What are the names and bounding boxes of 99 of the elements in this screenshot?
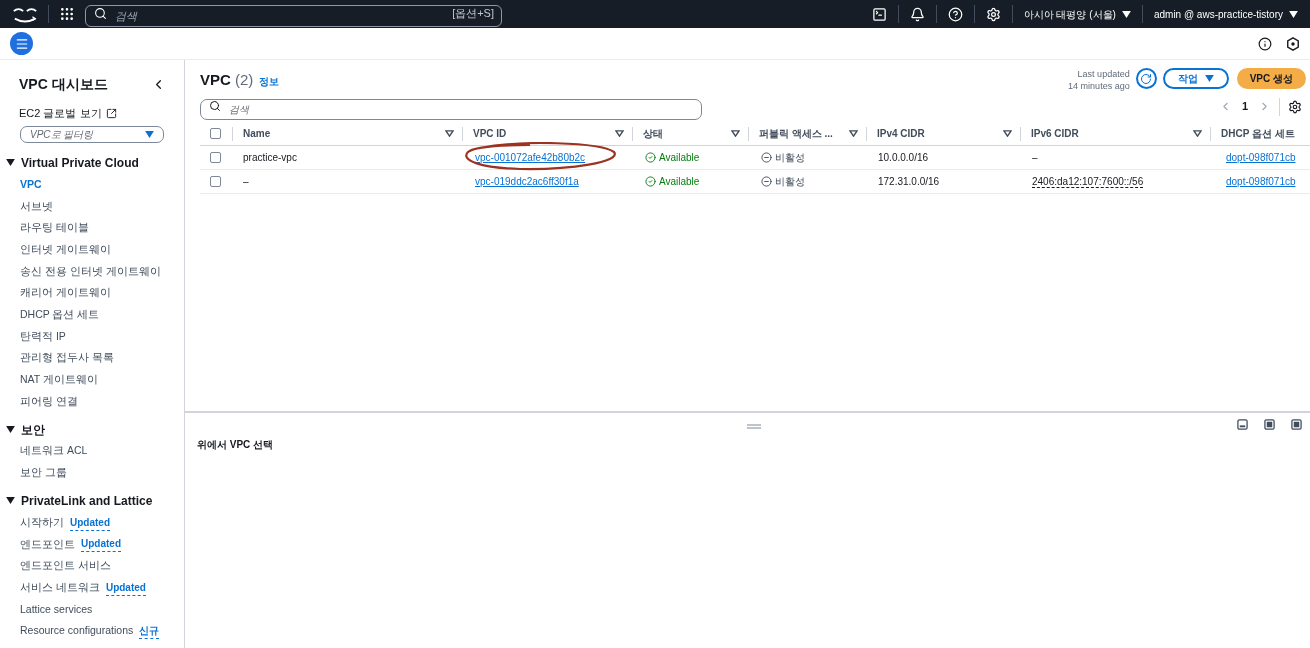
vpc-id-link[interactable]: vpc-019ddc2ac6ff30f1a bbox=[475, 176, 579, 187]
sidebar-item[interactable]: 서브넷 bbox=[20, 198, 53, 215]
column-header[interactable]: VPC ID bbox=[473, 126, 615, 141]
info-icon[interactable] bbox=[1258, 36, 1272, 51]
help-icon[interactable] bbox=[947, 6, 963, 22]
status-text: Available bbox=[659, 151, 700, 165]
actions-button[interactable]: 작업 bbox=[1162, 68, 1229, 89]
refresh-button[interactable] bbox=[1135, 68, 1157, 89]
section-heading[interactable]: 보안 bbox=[21, 420, 45, 439]
sidebar-item[interactable]: Lattice services bbox=[20, 601, 93, 618]
sidebar-item[interactable]: VPC bbox=[20, 176, 42, 193]
menu-button[interactable] bbox=[10, 32, 33, 55]
status-text: Available bbox=[659, 175, 700, 189]
sidebar-item[interactable]: 탄력적 IP bbox=[20, 328, 66, 345]
sidebar-item[interactable]: DHCP 옵션 세트 bbox=[20, 307, 100, 323]
sidebar-item[interactable]: 라우팅 테이블 bbox=[20, 220, 89, 237]
sort-icon[interactable] bbox=[731, 130, 740, 137]
sidebar-item[interactable]: 서비스 네트워크 bbox=[20, 579, 100, 596]
table-settings-icon[interactable] bbox=[1288, 99, 1302, 114]
create-vpc-button[interactable]: VPC 생성 bbox=[1236, 68, 1306, 89]
search-icon bbox=[209, 100, 221, 112]
available-icon bbox=[645, 176, 656, 187]
detail-pane-message: 위에서 VPC 선택 bbox=[197, 439, 274, 450]
section-heading[interactable]: Virtual Private Cloud bbox=[21, 153, 139, 172]
sidebar-item[interactable]: 인터넷 게이트웨이 bbox=[20, 241, 111, 258]
column-header[interactable]: DHCP 옵션 세트 bbox=[1221, 126, 1302, 141]
last-updated-label: Last updated bbox=[1077, 68, 1130, 80]
column-header[interactable]: 퍼블릭 액세스 ... bbox=[759, 126, 849, 141]
sidebar-item[interactable]: 보안 그룹 bbox=[20, 465, 67, 481]
table-cell: 172.31.0.0/16 bbox=[878, 176, 940, 187]
sidebar-item[interactable]: 캐리어 게이트웨이 bbox=[20, 285, 111, 302]
sidebar-item[interactable]: 송신 전용 인터넷 게이트웨이 bbox=[20, 263, 161, 280]
dropdown-caret-icon bbox=[145, 130, 154, 138]
hexagon-icon[interactable] bbox=[1286, 36, 1300, 51]
section-heading[interactable]: PrivateLink and Lattice bbox=[21, 491, 153, 510]
sort-icon[interactable] bbox=[1193, 130, 1202, 137]
filter-dropdown[interactable]: VPC로 필터링 bbox=[20, 125, 164, 143]
updated-tag[interactable]: Updated bbox=[70, 514, 110, 531]
column-header[interactable]: 상태 bbox=[643, 126, 731, 141]
sidebar-item[interactable]: 시작하기 bbox=[20, 514, 64, 531]
inactive-icon bbox=[761, 152, 772, 163]
shortcut-hint: [옵션+S] bbox=[452, 7, 494, 20]
search-icon bbox=[94, 7, 107, 20]
row-checkbox[interactable] bbox=[210, 176, 221, 187]
sidebar-item[interactable]: NAT 게이트웨이 bbox=[20, 372, 98, 388]
apps-grid-icon[interactable] bbox=[59, 6, 75, 22]
caret-icon bbox=[1121, 10, 1131, 18]
sort-icon[interactable] bbox=[615, 130, 624, 137]
column-header[interactable]: Name bbox=[243, 126, 445, 141]
caret-icon bbox=[1289, 10, 1298, 18]
table-search-field[interactable]: 검색 bbox=[200, 99, 702, 120]
updated-tag[interactable]: Updated bbox=[81, 536, 121, 553]
menu-icon bbox=[14, 36, 29, 51]
page-number[interactable]: 1 bbox=[1241, 98, 1248, 115]
table-cell: practice-vpc bbox=[243, 152, 297, 163]
sidebar-item[interactable]: 관리형 접두사 목록 bbox=[20, 350, 114, 367]
account-menu[interactable]: admin @ aws-practice-tistory bbox=[1153, 6, 1298, 22]
caret-icon bbox=[1204, 75, 1214, 82]
public-access-text: 비활성 bbox=[775, 175, 805, 189]
public-access-text: 비활성 bbox=[775, 151, 805, 165]
last-updated-time: 14 minutes ago bbox=[1068, 80, 1130, 92]
table-cell: 10.0.0.0/16 bbox=[878, 152, 929, 163]
settings-icon[interactable] bbox=[985, 6, 1001, 22]
select-all-checkbox[interactable] bbox=[210, 128, 221, 139]
sort-icon[interactable] bbox=[849, 130, 858, 137]
sidebar-item[interactable]: Resource configurations bbox=[20, 623, 134, 640]
notification-icon[interactable] bbox=[909, 6, 925, 22]
table-cell: – bbox=[243, 176, 249, 187]
updated-tag[interactable]: 신규 bbox=[139, 623, 160, 640]
sidebar-item[interactable]: 피어링 연결 bbox=[20, 393, 78, 410]
available-icon bbox=[645, 152, 656, 163]
panel-layout-icon[interactable] bbox=[1291, 419, 1302, 430]
sidebar-title: VPC 대시보드 bbox=[19, 75, 108, 94]
ec2-link[interactable]: EC2 글로벌 보기 bbox=[19, 105, 102, 122]
panel-layout-icon[interactable] bbox=[1264, 419, 1275, 430]
column-header[interactable]: IPv6 CIDR bbox=[1031, 126, 1193, 141]
dhcp-options-link[interactable]: dopt-098f071cb bbox=[1226, 176, 1296, 187]
refresh-icon bbox=[1140, 72, 1153, 85]
column-header[interactable]: IPv4 CIDR bbox=[877, 126, 1003, 141]
ipv6-cidr-link[interactable]: 2406:da12:107:7600::/56 bbox=[1032, 176, 1144, 188]
sidebar-item[interactable]: 엔드포인트 서비스 bbox=[20, 558, 111, 574]
sort-icon[interactable] bbox=[1003, 130, 1012, 137]
inactive-icon bbox=[761, 176, 772, 187]
panel-layout-icon[interactable] bbox=[1237, 419, 1248, 430]
external-link-icon bbox=[105, 107, 117, 119]
updated-tag[interactable]: Updated bbox=[105, 579, 146, 596]
table-cell: – bbox=[1032, 152, 1038, 163]
terminal-icon[interactable] bbox=[871, 6, 887, 22]
info-link[interactable]: 정보 bbox=[259, 74, 280, 89]
sidebar-item[interactable]: 엔드포인트 bbox=[20, 536, 75, 553]
resize-handle-icon[interactable] bbox=[746, 423, 761, 429]
page-title: VPC (2) bbox=[200, 70, 254, 90]
sort-icon[interactable] bbox=[445, 130, 454, 137]
logo-icon[interactable] bbox=[12, 5, 38, 23]
region-selector[interactable]: 아시아 태평양 (서울) bbox=[1023, 6, 1131, 22]
row-checkbox[interactable] bbox=[210, 152, 221, 163]
dhcp-options-link[interactable]: dopt-098f071cb bbox=[1226, 152, 1296, 163]
vpc-id-link[interactable]: vpc-001072afe42b80b2c bbox=[475, 152, 586, 163]
sidebar-item[interactable]: 네트워크 ACL bbox=[20, 443, 88, 460]
